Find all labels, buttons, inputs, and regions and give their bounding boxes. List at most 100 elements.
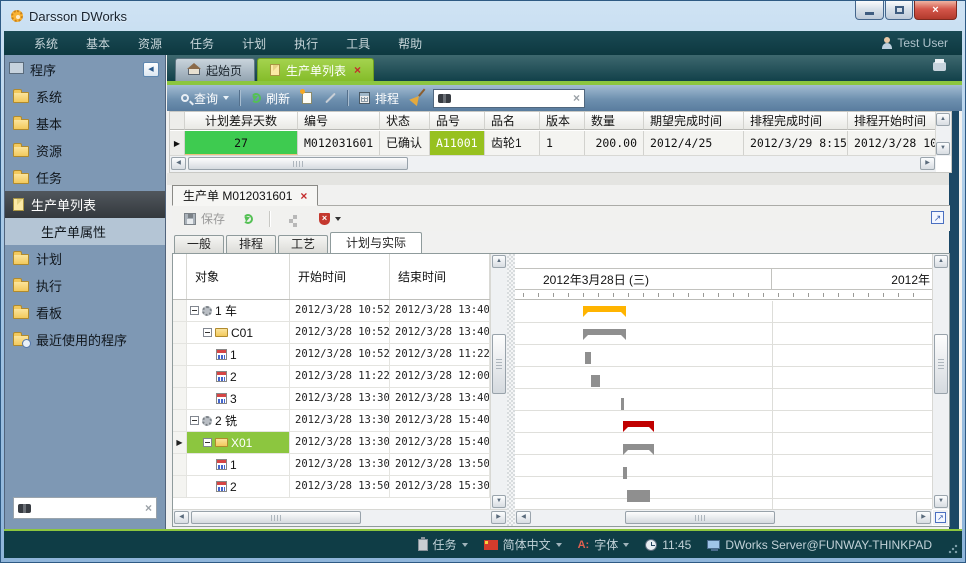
status-flag-item[interactable]: 简体中文 bbox=[484, 536, 562, 553]
scroll-up-button[interactable]: ▲ bbox=[936, 113, 950, 126]
gantt-bar-task[interactable] bbox=[591, 375, 600, 387]
scroll-down-button[interactable]: ▼ bbox=[492, 495, 506, 508]
sidebar-item[interactable]: 基本 bbox=[5, 110, 165, 137]
sidebar-collapse-button[interactable]: ◀ bbox=[143, 62, 159, 77]
detail-tab[interactable]: 排程 bbox=[226, 235, 276, 253]
menu-item[interactable]: 资源 bbox=[124, 35, 176, 52]
expander-icon[interactable] bbox=[203, 328, 212, 337]
maximize-button[interactable] bbox=[885, 1, 913, 20]
status-clipboard-item[interactable]: 任务 bbox=[418, 536, 468, 553]
gantt-bar-summary[interactable] bbox=[623, 444, 654, 450]
popout-icon[interactable]: ↗ bbox=[935, 512, 946, 523]
expander-icon[interactable] bbox=[203, 438, 212, 447]
flow-button[interactable] bbox=[281, 208, 307, 230]
popout-icon[interactable]: ↗ bbox=[931, 211, 944, 224]
menu-item[interactable]: 计划 bbox=[228, 35, 280, 52]
schedule-button[interactable]: 排程 bbox=[353, 87, 405, 109]
scroll-left-button[interactable]: ◀ bbox=[174, 511, 189, 524]
clear-search-icon[interactable]: × bbox=[145, 501, 152, 515]
new-button[interactable] bbox=[296, 87, 318, 109]
scroll-left-button[interactable]: ◀ bbox=[516, 511, 531, 524]
refresh-button[interactable] bbox=[237, 208, 259, 230]
sidebar-item[interactable]: 计划 bbox=[5, 245, 165, 272]
toolbar-search-input[interactable] bbox=[451, 90, 573, 106]
user-indicator[interactable]: Test User bbox=[882, 36, 962, 50]
horizontal-splitter[interactable] bbox=[167, 173, 949, 185]
scroll-left-button[interactable]: ◀ bbox=[171, 157, 186, 170]
close-icon[interactable]: × bbox=[354, 63, 361, 77]
tree-row[interactable]: 12012/3/28 13:302012/3/28 13:50 bbox=[173, 454, 490, 476]
grid-vertical-scrollbar[interactable]: ▲ ▼ bbox=[935, 112, 951, 156]
sidebar-item[interactable]: 执行 bbox=[5, 272, 165, 299]
vertical-splitter[interactable] bbox=[507, 254, 515, 526]
scroll-down-button[interactable]: ▼ bbox=[934, 495, 948, 508]
printer-icon[interactable] bbox=[933, 62, 946, 71]
gantt-horizontal-scrollbar[interactable]: ◀ ▶ bbox=[515, 509, 932, 526]
tree-row[interactable]: 32012/3/28 13:302012/3/28 13:40 bbox=[173, 388, 490, 410]
sidebar-item[interactable]: 系统 bbox=[5, 83, 165, 110]
validate-button[interactable]: × bbox=[313, 208, 347, 230]
expander-icon[interactable] bbox=[190, 416, 199, 425]
gantt-bar-task[interactable] bbox=[585, 352, 591, 364]
scroll-up-button[interactable]: ▲ bbox=[492, 255, 506, 268]
scrollbar-thumb[interactable] bbox=[188, 157, 408, 170]
tree-row[interactable]: C012012/3/28 10:522012/3/28 13:40 bbox=[173, 322, 490, 344]
clear-search-icon[interactable]: × bbox=[573, 91, 580, 105]
document-tab[interactable]: 起始页 bbox=[175, 58, 255, 81]
gantt-vertical-scrollbar[interactable]: ▲ ▼ bbox=[932, 254, 949, 509]
sidebar-item[interactable]: 看板 bbox=[5, 299, 165, 326]
tree-horizontal-scrollbar[interactable]: ◀ ▶ bbox=[173, 509, 507, 526]
expander-icon[interactable] bbox=[190, 306, 199, 315]
tree-row[interactable]: 2 铣2012/3/28 13:302012/3/28 15:40 bbox=[173, 410, 490, 432]
scrollbar-thumb[interactable] bbox=[191, 511, 361, 524]
scroll-right-button[interactable]: ▶ bbox=[491, 511, 506, 524]
detail-tab[interactable]: 计划与实际 bbox=[330, 232, 422, 254]
status-monitor-item[interactable]: DWorks Server@FUNWAY-THINKPAD bbox=[707, 538, 932, 552]
gantt-bar-summary[interactable] bbox=[583, 306, 626, 312]
status-font-item[interactable]: A:字体 bbox=[578, 536, 630, 553]
refresh-button[interactable]: 刷新 bbox=[245, 87, 296, 109]
gantt-bar-task[interactable] bbox=[623, 467, 627, 479]
grid-horizontal-scrollbar[interactable]: ◀ ▶ bbox=[170, 155, 936, 172]
sidebar-item[interactable]: 生产单属性 bbox=[5, 218, 165, 245]
grid-data-row[interactable]: ▶27M012031601已确认A11001齿轮11200.002012/4/2… bbox=[170, 131, 936, 156]
detail-tab[interactable]: 工艺 bbox=[278, 235, 328, 253]
menu-item[interactable]: 基本 bbox=[72, 35, 124, 52]
gantt-bar-summary[interactable] bbox=[623, 421, 654, 427]
menu-item[interactable]: 帮助 bbox=[384, 35, 436, 52]
minimize-button[interactable] bbox=[855, 1, 884, 20]
scroll-down-button[interactable]: ▼ bbox=[936, 142, 950, 155]
clean-button[interactable] bbox=[405, 87, 427, 109]
scroll-up-button[interactable]: ▲ bbox=[934, 255, 948, 268]
scrollbar-thumb[interactable] bbox=[492, 334, 506, 394]
menu-item[interactable]: 执行 bbox=[280, 35, 332, 52]
detail-tab[interactable]: 一般 bbox=[174, 235, 224, 253]
tree-row[interactable]: ▶X012012/3/28 13:302012/3/28 15:40 bbox=[173, 432, 490, 454]
scrollbar-thumb[interactable] bbox=[625, 511, 775, 524]
document-tab[interactable]: 生产单列表× bbox=[257, 58, 374, 81]
sidebar-search-input[interactable] bbox=[31, 500, 145, 516]
menu-item[interactable]: 任务 bbox=[176, 35, 228, 52]
scrollbar-thumb[interactable] bbox=[934, 334, 948, 394]
tree-row[interactable]: 22012/3/28 11:222012/3/28 12:00 bbox=[173, 366, 490, 388]
close-button[interactable]: × bbox=[914, 1, 957, 20]
save-button[interactable]: 保存 bbox=[178, 208, 231, 230]
query-button[interactable]: 查询 bbox=[175, 87, 235, 109]
menu-item[interactable]: 系统 bbox=[20, 35, 72, 52]
edit-button[interactable] bbox=[318, 87, 343, 109]
scroll-right-button[interactable]: ▶ bbox=[916, 511, 931, 524]
resize-grip[interactable] bbox=[948, 544, 958, 554]
status-clock-item[interactable]: 11:45 bbox=[645, 538, 691, 552]
close-icon[interactable]: × bbox=[300, 189, 307, 203]
menu-item[interactable]: 工具 bbox=[332, 35, 384, 52]
scroll-right-button[interactable]: ▶ bbox=[920, 157, 935, 170]
gantt-bar-summary[interactable] bbox=[583, 329, 626, 335]
sidebar-item[interactable]: 任务 bbox=[5, 164, 165, 191]
gantt-bar-task[interactable] bbox=[621, 398, 624, 410]
sidebar-item[interactable]: 生产单列表 bbox=[5, 191, 165, 218]
tree-row[interactable]: 12012/3/28 10:522012/3/28 11:22 bbox=[173, 344, 490, 366]
gantt-bar-task[interactable] bbox=[627, 490, 650, 502]
detail-document-tab[interactable]: 生产单 M012031601 × bbox=[172, 185, 318, 206]
tree-vertical-scrollbar[interactable]: ▲ ▼ bbox=[490, 254, 507, 509]
tree-row[interactable]: 22012/3/28 13:502012/3/28 15:30 bbox=[173, 476, 490, 498]
